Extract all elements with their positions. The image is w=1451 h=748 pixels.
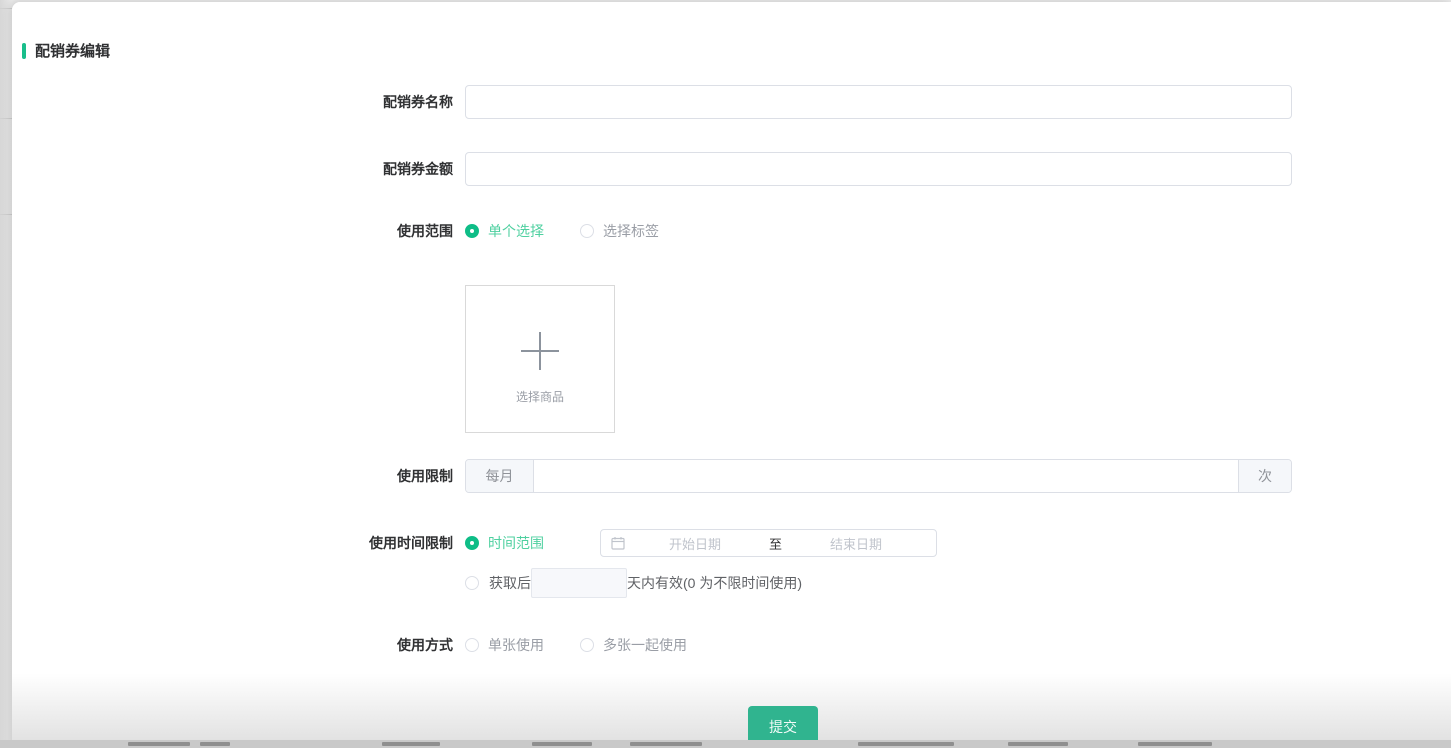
usage-scope-label: 使用范围: [12, 219, 453, 243]
usage-limit-label: 使用限制: [12, 459, 453, 493]
end-date-placeholder[interactable]: 结束日期: [786, 534, 926, 553]
clipped-text-fragment: [1138, 742, 1212, 746]
time-range-option: 时间范围: [465, 529, 544, 557]
usage-scope-options: 单个选择 选择标签: [465, 219, 659, 243]
date-range-separator: 至: [765, 534, 786, 553]
coupon-name-input[interactable]: [465, 85, 1292, 119]
clipped-text-fragment: [200, 742, 230, 746]
method-option-multiple-label: 多张一起使用: [603, 635, 687, 655]
limit-prepend: 每月: [466, 460, 534, 492]
clipped-text-fragment: [128, 742, 190, 746]
scope-option-tag-label: 选择标签: [603, 221, 659, 241]
radio-unchecked-icon[interactable]: [465, 576, 479, 590]
sidebar-edge: [0, 0, 12, 748]
time-range-label: 时间范围: [488, 533, 544, 553]
page-title: 配销券编辑: [22, 40, 110, 61]
days-option-prefix: 获取后: [489, 573, 531, 593]
date-range-picker[interactable]: 开始日期 至 结束日期: [600, 529, 937, 557]
start-date-placeholder[interactable]: 开始日期: [625, 534, 765, 553]
page-title-text: 配销券编辑: [35, 40, 110, 61]
radio-checked-icon[interactable]: [465, 536, 479, 550]
clipped-content-strip: [0, 740, 1451, 748]
sidebar-divider: [0, 118, 12, 119]
scope-option-single-label: 单个选择: [488, 221, 544, 241]
clipped-text-fragment: [858, 742, 954, 746]
radio-unchecked-icon[interactable]: [465, 638, 479, 652]
clipped-text-fragment: [532, 742, 592, 746]
scope-option-tag[interactable]: 选择标签: [580, 221, 659, 241]
scope-option-single[interactable]: 单个选择: [465, 221, 544, 241]
time-option-days: 获取后 天内有效(0 为不限时间使用): [465, 568, 802, 598]
valid-days-input[interactable]: [531, 568, 627, 598]
select-product-box[interactable]: 选择商品: [465, 285, 615, 433]
clipped-text-fragment: [630, 742, 702, 746]
select-product-label: 选择商品: [516, 388, 564, 405]
usage-method-label: 使用方式: [12, 633, 453, 657]
method-option-single[interactable]: 单张使用: [465, 635, 544, 655]
limit-append: 次: [1238, 460, 1291, 492]
sidebar-divider: [0, 8, 12, 9]
coupon-name-label: 配销券名称: [12, 85, 453, 119]
usage-limit-input[interactable]: [534, 460, 1238, 492]
calendar-icon: [611, 536, 625, 550]
radio-unchecked-icon[interactable]: [580, 638, 594, 652]
days-option-suffix: 天内有效(0 为不限时间使用): [627, 573, 802, 593]
radio-checked-icon[interactable]: [465, 224, 479, 238]
method-option-multiple[interactable]: 多张一起使用: [580, 635, 687, 655]
clipped-text-fragment: [1008, 742, 1068, 746]
coupon-amount-input[interactable]: [465, 152, 1292, 186]
title-accent-bar: [22, 43, 26, 59]
coupon-edit-panel: 配销券编辑 配销券名称 配销券金额 使用范围 单个选择 选择标签 选择商品 使用…: [12, 2, 1451, 748]
clipped-text-fragment: [382, 742, 440, 746]
usage-method-options: 单张使用 多张一起使用: [465, 633, 687, 657]
coupon-edit-screen: 配销券编辑 配销券名称 配销券金额 使用范围 单个选择 选择标签 选择商品 使用…: [0, 0, 1451, 748]
sidebar-divider: [0, 214, 12, 215]
plus-icon: [521, 332, 559, 370]
time-option-range[interactable]: 时间范围: [465, 533, 544, 553]
time-limit-label: 使用时间限制: [12, 529, 453, 557]
method-option-single-label: 单张使用: [488, 635, 544, 655]
coupon-amount-label: 配销券金额: [12, 152, 453, 186]
usage-limit-input-group: 每月 次: [465, 459, 1292, 493]
radio-unchecked-icon[interactable]: [580, 224, 594, 238]
